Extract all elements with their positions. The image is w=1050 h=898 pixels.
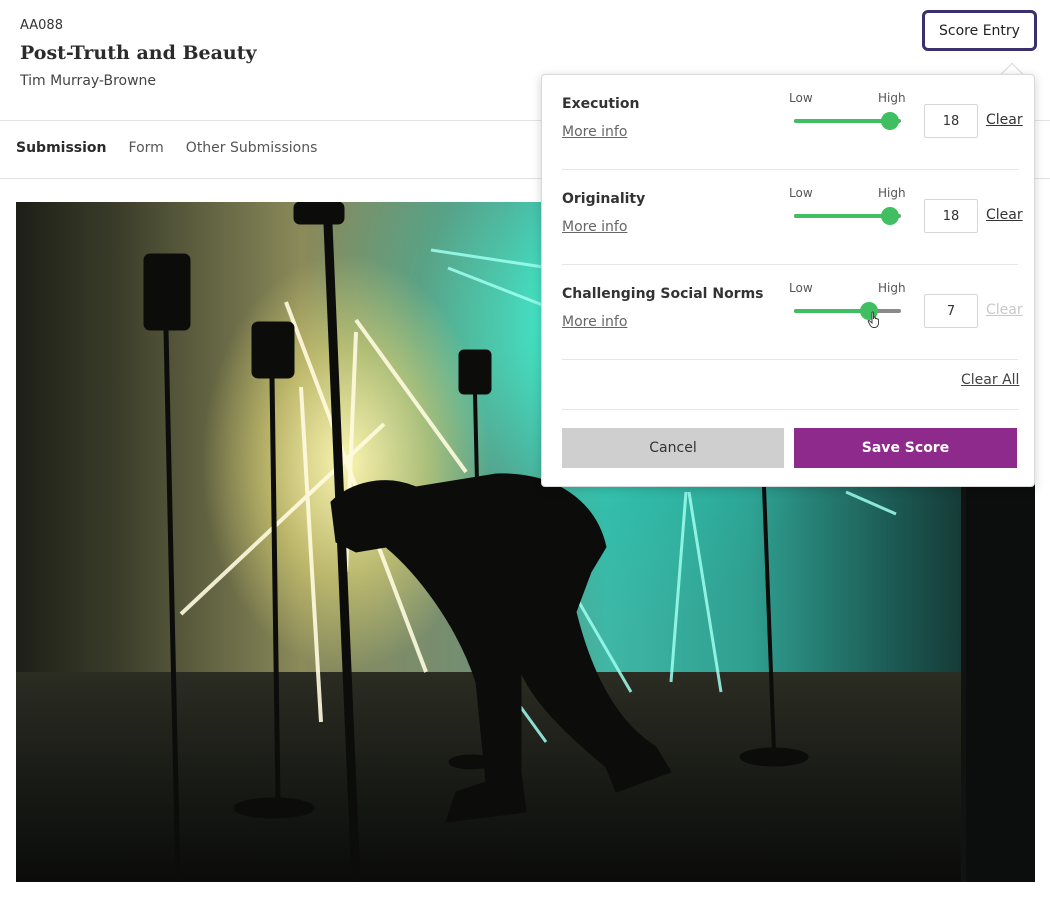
clear-all-link[interactable]: Clear All: [961, 372, 1019, 388]
speaker-base: [233, 797, 315, 819]
slider-thumb[interactable]: [881, 207, 900, 225]
speaker-base: [739, 747, 809, 767]
submission-author: Tim Murray-Browne: [20, 73, 157, 89]
slider-thumb[interactable]: [881, 112, 900, 130]
criterion-originality: Originality More info Low High Clear: [562, 170, 1023, 265]
criterion-execution: Execution More info Low High Clear: [562, 75, 1023, 170]
criterion-name: Challenging Social Norms: [562, 286, 764, 302]
person-silhouette: [330, 473, 672, 823]
speaker-stand: [269, 377, 281, 803]
slider-fill: [794, 119, 891, 123]
submission-code: AA088: [20, 18, 63, 33]
tab-submission[interactable]: Submission: [16, 140, 107, 156]
submission-title: Post-Truth and Beauty: [20, 42, 257, 64]
more-info-link[interactable]: More info: [562, 124, 627, 140]
slider-high-label: High: [878, 281, 906, 295]
speaker: [251, 321, 295, 379]
score-input[interactable]: [924, 199, 978, 233]
score-slider[interactable]: [794, 302, 901, 320]
clear-link[interactable]: Clear: [986, 207, 1023, 223]
slider-low-label: Low: [789, 281, 813, 295]
score-input[interactable]: [924, 104, 978, 138]
score-entry-button[interactable]: Score Entry: [922, 10, 1037, 51]
speaker-stand: [762, 486, 776, 753]
speaker: [293, 202, 345, 225]
score-entry-panel: Execution More info Low High Clear Origi…: [541, 74, 1035, 487]
cancel-button[interactable]: Cancel: [562, 428, 784, 468]
light-tube: [687, 491, 723, 693]
speaker: [458, 349, 492, 395]
save-score-button[interactable]: Save Score: [794, 428, 1017, 468]
speaker-stand: [163, 329, 181, 882]
light-tube: [669, 491, 688, 683]
hand-cursor-icon: [867, 311, 879, 328]
speaker: [143, 253, 191, 331]
speaker-stand: [473, 393, 479, 483]
slider-fill: [794, 309, 869, 313]
more-info-link[interactable]: More info: [562, 219, 627, 235]
slider-high-label: High: [878, 91, 906, 105]
clear-link[interactable]: Clear: [986, 112, 1023, 128]
more-info-link[interactable]: More info: [562, 314, 627, 330]
clear-link[interactable]: Clear: [986, 302, 1023, 318]
tab-form[interactable]: Form: [129, 140, 164, 156]
speaker-stand: [323, 223, 361, 882]
slider-high-label: High: [878, 186, 906, 200]
submission-tabs: Submission Form Other Submissions: [16, 140, 339, 156]
criterion-name: Execution: [562, 96, 640, 112]
slider-fill: [794, 214, 891, 218]
slider-low-label: Low: [789, 91, 813, 105]
panel-footer-divider: [562, 409, 1018, 410]
score-slider[interactable]: [794, 112, 901, 130]
tab-other-submissions[interactable]: Other Submissions: [186, 140, 318, 156]
light-tube: [354, 318, 468, 474]
score-slider[interactable]: [794, 207, 901, 225]
slider-low-label: Low: [789, 186, 813, 200]
light-tube: [299, 386, 323, 723]
light-tube: [845, 490, 897, 516]
score-input[interactable]: [924, 294, 978, 328]
criterion-challenging-social-norms: Challenging Social Norms More info Low H…: [562, 265, 1023, 360]
criterion-name: Originality: [562, 191, 646, 207]
